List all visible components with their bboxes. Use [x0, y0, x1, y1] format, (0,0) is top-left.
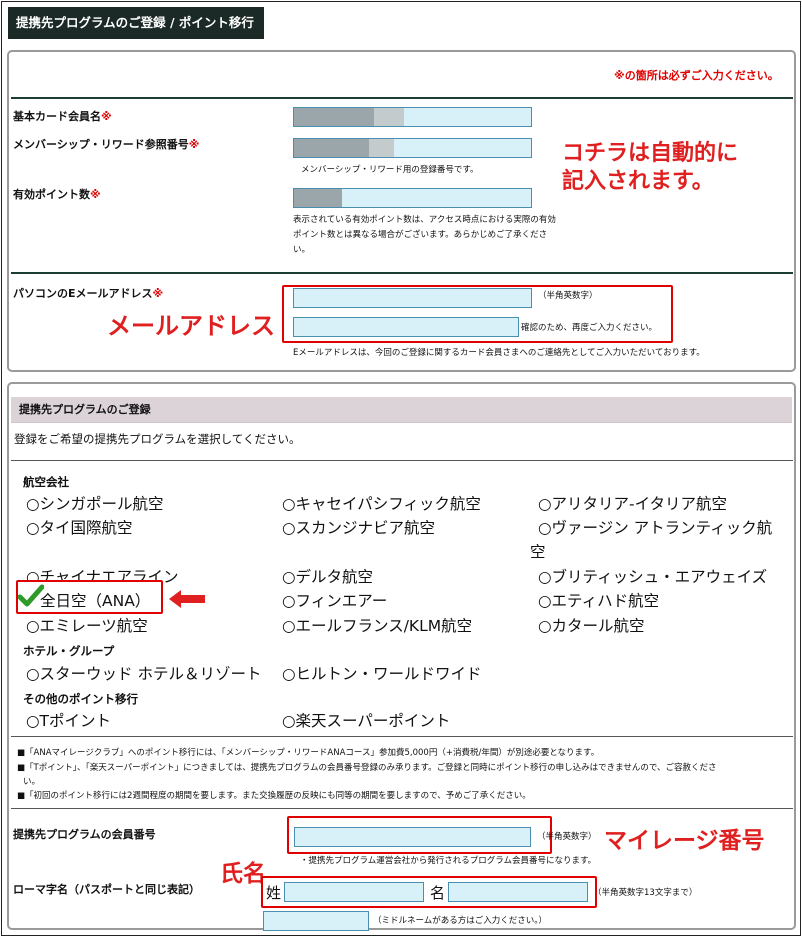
member-name-field[interactable] [293, 107, 532, 127]
option-airfrance-klm[interactable]: ○エールフランス/KLM航空 [282, 614, 472, 636]
divider [11, 272, 793, 274]
middle-name-hint: （ミドルネームがある方はご入力ください。） [373, 916, 547, 926]
option-starwood[interactable]: ○スターウッド ホテル＆リゾート [26, 662, 261, 684]
program-instruction: 登録をご希望の提携先プログラムを選択してください。 [14, 432, 301, 446]
page-title: 提携先プログラムのご登録 / ポイント移行 [8, 7, 264, 39]
option-finnair[interactable]: ○フィンエアー [282, 589, 387, 611]
roman-name-label: ローマ字名（パスポートと同じ表記） [13, 883, 200, 896]
arrow-left-icon [169, 590, 205, 608]
points-label: 有効ポイント数※ [13, 188, 101, 201]
middle-name-field[interactable] [263, 911, 369, 931]
program-member-no-hint: ・提携先プログラム運営会社から発行されるプログラム会員番号になります。 [300, 856, 597, 866]
option-rakuten[interactable]: ○楽天スーパーポイント [282, 709, 450, 731]
note-tpoint-rakuten: ■「Tポイント」、「楽天スーパーポイント」につきましては、提携先プログラムの会員… [17, 763, 717, 773]
member-name-label: 基本カード会員名※ [13, 110, 112, 123]
option-british[interactable]: ○ブリティッシュ・エアウェイズ [538, 565, 767, 587]
option-singapore[interactable]: ○シンガポール航空 [26, 492, 164, 514]
divider [11, 808, 793, 809]
divider [11, 460, 793, 461]
email-confirm-field[interactable] [293, 317, 519, 337]
program-member-no-format: （半角英数字） [537, 832, 597, 842]
program-section-heading: 提携先プログラムのご登録 [11, 397, 792, 423]
points-field[interactable] [293, 188, 532, 208]
masked-value [374, 108, 404, 126]
option-hilton[interactable]: ○ヒルトン・ワールドワイド [282, 662, 482, 684]
points-hint: 表示されている有効ポイント数は、アクセス時点における実際の有効 ポイント数とは異… [293, 215, 556, 255]
auto-fill-annotation: コチラは自動的に 記入されます。 [562, 141, 739, 194]
note-first-transfer: ■「初回のポイント移行には2週間程度の期間を要します。また交換履歴の反映にも同等… [17, 791, 531, 801]
required-note: ※の箇所は必ずご入力ください。 [614, 69, 779, 82]
hotels-group-title: ホテル・グループ [23, 644, 115, 658]
first-name-label: 名 [430, 884, 446, 902]
divider [11, 97, 793, 99]
email-confirm-hint: 確認のため、再度ご入力ください。 [521, 323, 658, 333]
email-hint: Eメールアドレスは、今回のご登録に関するカード会員さまへのご連絡先としてご入力い… [293, 348, 705, 358]
account-info-panel: ※の箇所は必ずご入力ください。 基本カード会員名※ メンバーシップ・リワード参照… [7, 50, 796, 372]
option-emirates[interactable]: ○エミレーツ航空 [26, 614, 148, 636]
membership-no-label: メンバーシップ・リワード参照番号※ [13, 138, 200, 151]
masked-value [369, 139, 394, 157]
option-tpoint[interactable]: ○Tポイント [26, 709, 111, 731]
email-field[interactable] [293, 288, 532, 308]
option-virgin-wrap: 空 [530, 543, 546, 561]
option-delta[interactable]: ○デルタ航空 [282, 565, 373, 587]
masked-value [294, 139, 369, 157]
last-name-label: 姓 [266, 884, 282, 902]
other-group-title: その他のポイント移行 [23, 692, 138, 706]
masked-value [294, 108, 374, 126]
airlines-group-title: 航空会社 [23, 475, 69, 489]
membership-no-hint: メンバーシップ・リワード用の登録番号です。 [301, 165, 479, 175]
option-alitalia[interactable]: ○アリタリア-イタリア航空 [538, 492, 727, 514]
option-etihad[interactable]: ○エティハド航空 [538, 589, 659, 611]
email-label: パソコンのEメールアドレス※ [13, 287, 164, 300]
last-name-field[interactable] [284, 882, 424, 902]
option-qatar[interactable]: ○カタール航空 [538, 614, 645, 636]
mileage-annotation: マイレージ番号 [604, 828, 765, 854]
note-tpoint-rakuten-cont: い。 [23, 777, 41, 787]
membership-no-field[interactable] [293, 138, 532, 158]
option-sas[interactable]: ○スカンジナビア航空 [282, 516, 435, 538]
name-annotation: 氏名 [220, 861, 266, 887]
option-virgin[interactable]: ○ヴァージン アトランティック航 [538, 516, 772, 538]
program-member-no-label: 提携先プログラムの会員番号 [13, 828, 156, 841]
option-ana[interactable]: 全日空（ANA） [40, 589, 150, 611]
divider [11, 736, 793, 737]
option-thai[interactable]: ○タイ国際航空 [26, 516, 133, 538]
note-ana: ■「ANAマイレージクラブ」へのポイント移行には、「メンバーシップ・リワードAN… [17, 748, 600, 758]
email-format-hint: （半角英数字） [538, 291, 598, 301]
program-panel: 提携先プログラムのご登録 登録をご希望の提携先プログラムを選択してください。 航… [7, 382, 796, 931]
option-cathay[interactable]: ○キャセイパシフィック航空 [282, 492, 481, 514]
masked-value [294, 189, 342, 207]
first-name-field[interactable] [448, 882, 588, 902]
program-member-no-field[interactable] [294, 827, 531, 847]
roman-name-format: （半角英数字13文字まで） [593, 888, 698, 898]
email-annotation: メールアドレス [107, 312, 275, 340]
